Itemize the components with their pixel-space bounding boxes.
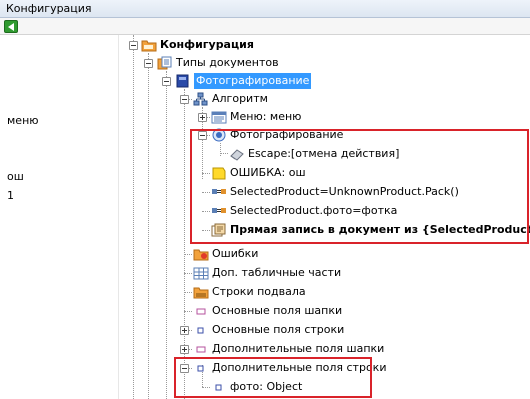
expand-toggle[interactable]: [180, 326, 189, 335]
left-panel: меню ош 1: [0, 35, 118, 399]
tree-node-assign-photo[interactable]: SelectedProduct.фото=фотка: [211, 202, 397, 220]
doc-types-icon: [157, 56, 173, 70]
left-panel-line: меню: [7, 114, 39, 127]
tree-node-label: фото: Object: [230, 380, 303, 393]
note-icon: [211, 166, 227, 180]
field-icon: [211, 380, 227, 394]
tree-node-doc-types[interactable]: Типы документов: [157, 54, 279, 72]
tree-node-label: Основные поля строки: [212, 323, 345, 336]
tree-node-table-parts[interactable]: Доп. табличные части: [193, 264, 341, 282]
tree-node-photographing-step[interactable]: Фотографирование: [211, 126, 343, 144]
algorithm-icon: [193, 92, 209, 106]
tree-node-footer-rows[interactable]: Строки подвала: [193, 283, 306, 301]
row-field-icon: [193, 323, 209, 337]
tree-node-label: Доп. табличные части: [212, 266, 342, 279]
tree-node-label: SelectedProduct.фото=фотка: [230, 204, 398, 217]
camera-disc-icon: [211, 128, 227, 142]
collapse-toggle[interactable]: [180, 95, 189, 104]
tree-node-extra-row-fields[interactable]: Дополнительные поля строки: [193, 359, 386, 377]
assign-icon: [211, 185, 227, 199]
collapse-toggle[interactable]: [180, 364, 189, 373]
footer-rows-icon: [193, 285, 209, 299]
tree-node-direct-write[interactable]: Прямая запись в документ из {SelectedPro…: [211, 221, 530, 239]
collapse-toggle[interactable]: [129, 41, 138, 50]
tree-node-label: ОШИБКА: ош: [230, 166, 306, 179]
tree-node-label: Алгоритм: [212, 92, 268, 105]
menu-icon: [211, 110, 227, 124]
tree-node-error[interactable]: ОШИБКА: ош: [211, 164, 306, 182]
tree-node-configuration[interactable]: Конфигурация: [141, 36, 254, 54]
toolbar: [0, 18, 530, 35]
tree-node-label: Строки подвала: [212, 285, 306, 298]
row-field-icon: [193, 361, 209, 375]
tree-node-label: Дополнительные поля строки: [212, 361, 387, 374]
collapse-toggle[interactable]: [162, 77, 171, 86]
eraser-icon: [229, 147, 245, 161]
tree-node-extra-header-fields[interactable]: Дополнительные поля шапки: [193, 340, 384, 358]
tree-node-main-row-fields[interactable]: Основные поля строки: [193, 321, 344, 339]
tree-node-photographing-doc[interactable]: Фотографирование: [175, 72, 312, 90]
assign-icon: [211, 204, 227, 218]
tree-node-label: Типы документов: [176, 56, 279, 69]
write-doc-icon: [211, 223, 227, 237]
folder-config-icon: [141, 38, 157, 52]
header-field-icon: [193, 342, 209, 356]
back-arrow-icon[interactable]: [4, 20, 18, 33]
tree-node-label: Меню: меню: [230, 110, 302, 123]
tree-node-label: Escape:[отмена действия]: [248, 147, 400, 160]
tree-node-assign-pack[interactable]: SelectedProduct=UnknownProduct.Pack(): [211, 183, 459, 201]
expand-toggle[interactable]: [180, 345, 189, 354]
tree-node-label: Фотографирование: [230, 128, 344, 141]
tree-node-label: Фотографирование: [194, 73, 312, 89]
collapse-toggle[interactable]: [144, 59, 153, 68]
table-parts-icon: [193, 266, 209, 280]
document-book-icon: [175, 74, 191, 88]
tree-node-label: Ошибки: [212, 247, 259, 260]
tree-node-label: Основные поля шапки: [212, 304, 343, 317]
collapse-toggle[interactable]: [198, 131, 207, 140]
tree-node-label: SelectedProduct=UnknownProduct.Pack(): [230, 185, 459, 198]
left-panel-line: ош: [7, 170, 24, 183]
errors-folder-icon: [193, 247, 209, 261]
expand-toggle[interactable]: [198, 113, 207, 122]
window-title: Конфигурация: [0, 0, 530, 18]
tree-node-label: Прямая запись в документ из {SelectedPro…: [230, 223, 530, 236]
header-field-icon: [193, 304, 209, 318]
left-panel-line: 1: [7, 189, 14, 202]
tree-node-label: Конфигурация: [160, 38, 254, 51]
tree-node-photo-field[interactable]: фото: Object: [211, 378, 302, 396]
tree-node-algorithm[interactable]: Алгоритм: [193, 90, 268, 108]
tree-node-label: Дополнительные поля шапки: [212, 342, 385, 355]
configuration-tree: Конфигурация Типы документов Фотографиро…: [119, 35, 530, 399]
tree-node-menu[interactable]: Меню: меню: [211, 108, 301, 126]
tree-node-errors[interactable]: Ошибки: [193, 245, 258, 263]
tree-node-escape[interactable]: Escape:[отмена действия]: [229, 145, 399, 163]
tree-node-main-header-fields[interactable]: Основные поля шапки: [193, 302, 342, 320]
